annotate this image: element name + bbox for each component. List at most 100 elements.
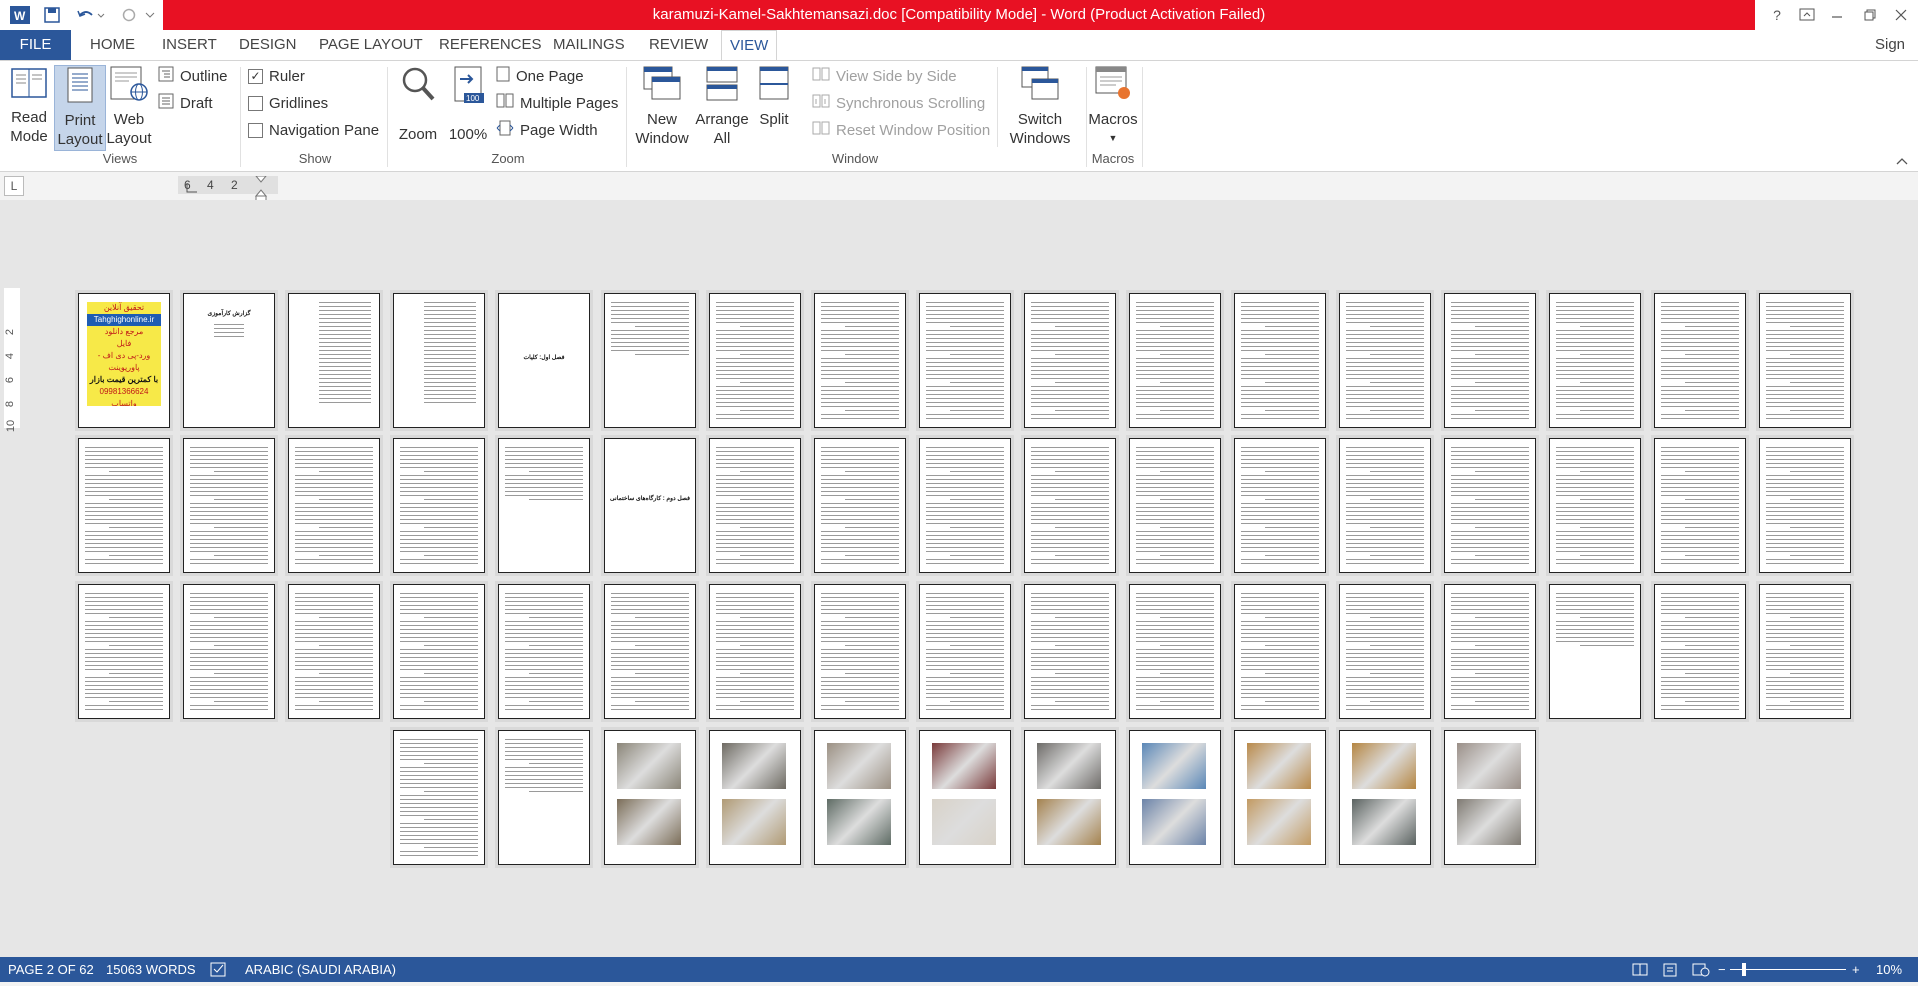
zoom-slider-thumb[interactable]	[1742, 963, 1746, 976]
switch-windows-button[interactable]: Switch Windows	[1000, 65, 1080, 148]
web-layout-button[interactable]: Web Layout	[106, 65, 152, 148]
web-layout-view-icon[interactable]	[1692, 957, 1710, 982]
page-thumbnail[interactable]	[1759, 293, 1851, 428]
page-thumbnail[interactable]	[1759, 584, 1851, 719]
page-thumbnail[interactable]	[1024, 438, 1116, 573]
page-thumbnail[interactable]: گزارش کارآموزی	[183, 293, 275, 428]
tab-view[interactable]: VIEW	[721, 30, 778, 61]
tab-file[interactable]: FILE	[0, 30, 71, 60]
tab-references[interactable]: REFERENCES	[439, 30, 542, 60]
page-thumbnail[interactable]: فصل اول: کلیات	[498, 293, 590, 428]
page-thumbnail[interactable]	[919, 293, 1011, 428]
multiple-pages-button[interactable]: Multiple Pages	[496, 92, 618, 114]
navigation-pane-checkbox[interactable]: Navigation Pane	[248, 119, 379, 141]
page-thumbnail[interactable]	[1444, 438, 1536, 573]
sign-in-link[interactable]: Sign in	[1875, 30, 1918, 83]
synchronous-scrolling-button[interactable]: Synchronous Scrolling	[812, 92, 985, 114]
customize-qat-icon[interactable]	[142, 4, 158, 26]
undo-icon[interactable]	[74, 4, 108, 26]
page-thumbnail[interactable]	[604, 584, 696, 719]
page-thumbnail[interactable]	[919, 584, 1011, 719]
page-thumbnail[interactable]	[1759, 438, 1851, 573]
page-thumbnail[interactable]	[1654, 293, 1746, 428]
page-thumbnail[interactable]	[1024, 293, 1116, 428]
vertical-ruler[interactable]: 2 4 6 8 10	[4, 288, 20, 432]
reset-window-position-button[interactable]: Reset Window Position	[812, 119, 990, 141]
page-thumbnail[interactable]	[183, 584, 275, 719]
page-thumbnail[interactable]	[919, 438, 1011, 573]
collapse-ribbon-icon[interactable]	[1896, 153, 1908, 170]
page-thumbnail[interactable]: فصل دوم : کارگاه‌های ساختمانی	[604, 438, 696, 573]
proofing-icon[interactable]	[210, 957, 228, 982]
language[interactable]: ARABIC (SAUDI ARABIA)	[245, 957, 396, 982]
page-thumbnail[interactable]	[1549, 438, 1641, 573]
page-thumbnail[interactable]	[1024, 730, 1116, 865]
horizontal-ruler[interactable]: 6 4 2	[178, 175, 278, 202]
page-thumbnail[interactable]	[393, 730, 485, 865]
macros-button[interactable]: Macros ▼	[1088, 65, 1138, 148]
zoom-100-button[interactable]: 100 100%	[446, 65, 490, 144]
print-layout-view-icon[interactable]	[1662, 957, 1678, 982]
page-thumbnail[interactable]	[183, 438, 275, 573]
page-thumbnail[interactable]: تحقیق آنلاین Tahghighonline.ir مرجع دانلود…	[78, 293, 170, 428]
page-thumbnail[interactable]	[814, 293, 906, 428]
page-thumbnail[interactable]	[498, 730, 590, 865]
page-thumbnail[interactable]	[604, 730, 696, 865]
page-thumbnail[interactable]	[919, 730, 1011, 865]
page-thumbnail[interactable]	[1339, 730, 1431, 865]
tab-design[interactable]: DESIGN	[239, 30, 297, 60]
page-thumbnail[interactable]	[709, 438, 801, 573]
page-thumbnail[interactable]	[1234, 293, 1326, 428]
page-thumbnail[interactable]	[393, 438, 485, 573]
page-thumbnail[interactable]	[1444, 584, 1536, 719]
page-thumbnail[interactable]	[1339, 584, 1431, 719]
tab-home[interactable]: HOME	[90, 30, 135, 60]
page-thumbnail[interactable]	[1339, 438, 1431, 573]
save-icon[interactable]	[40, 4, 64, 26]
ribbon-display-options-icon[interactable]	[1790, 0, 1824, 30]
view-side-by-side-button[interactable]: View Side by Side	[812, 65, 957, 87]
word-logo-icon[interactable]: W	[6, 4, 34, 26]
zoom-in-button[interactable]: +	[1852, 957, 1860, 982]
page-width-button[interactable]: Page Width	[496, 119, 598, 141]
one-page-button[interactable]: One Page	[496, 65, 584, 87]
page-thumbnail[interactable]	[1444, 293, 1536, 428]
page-thumbnail[interactable]	[78, 584, 170, 719]
page-thumbnail[interactable]	[288, 438, 380, 573]
page-thumbnail[interactable]	[1549, 584, 1641, 719]
page-thumbnail[interactable]	[1234, 730, 1326, 865]
page-thumbnail[interactable]	[814, 438, 906, 573]
page-thumbnail[interactable]	[604, 293, 696, 428]
page-thumbnail[interactable]	[814, 584, 906, 719]
word-count[interactable]: 15063 WORDS	[106, 957, 196, 982]
page-count[interactable]: PAGE 2 OF 62	[8, 957, 94, 982]
tab-mailings[interactable]: MAILINGS	[553, 30, 625, 60]
redo-icon[interactable]	[118, 4, 140, 26]
page-thumbnail[interactable]	[1129, 438, 1221, 573]
page-thumbnail[interactable]	[498, 438, 590, 573]
gridlines-checkbox[interactable]: Gridlines	[248, 92, 328, 114]
zoom-button[interactable]: Zoom	[394, 65, 442, 144]
page-thumbnail[interactable]	[1129, 584, 1221, 719]
split-button[interactable]: Split	[752, 65, 796, 129]
page-thumbnail[interactable]	[393, 293, 485, 428]
page-thumbnail[interactable]	[288, 584, 380, 719]
minimize-icon[interactable]	[1820, 0, 1854, 30]
zoom-level[interactable]: 10%	[1876, 957, 1902, 982]
page-thumbnail[interactable]	[498, 584, 590, 719]
tab-page-layout[interactable]: PAGE LAYOUT	[319, 30, 423, 60]
help-button[interactable]: ?	[1760, 0, 1794, 30]
tab-selector[interactable]: L	[4, 176, 24, 196]
page-thumbnail[interactable]	[709, 730, 801, 865]
page-thumbnail[interactable]	[1654, 584, 1746, 719]
read-mode-view-icon[interactable]	[1632, 957, 1648, 982]
print-layout-button[interactable]: Print Layout	[54, 65, 106, 151]
close-icon[interactable]	[1884, 0, 1918, 30]
page-thumbnail[interactable]	[393, 584, 485, 719]
page-thumbnail[interactable]	[1129, 730, 1221, 865]
page-thumbnail[interactable]	[1234, 438, 1326, 573]
outline-button[interactable]: Outline	[158, 65, 228, 87]
page-thumbnail[interactable]	[1444, 730, 1536, 865]
hanging-indent-icon[interactable]	[186, 182, 198, 197]
zoom-slider[interactable]	[1728, 957, 1848, 982]
